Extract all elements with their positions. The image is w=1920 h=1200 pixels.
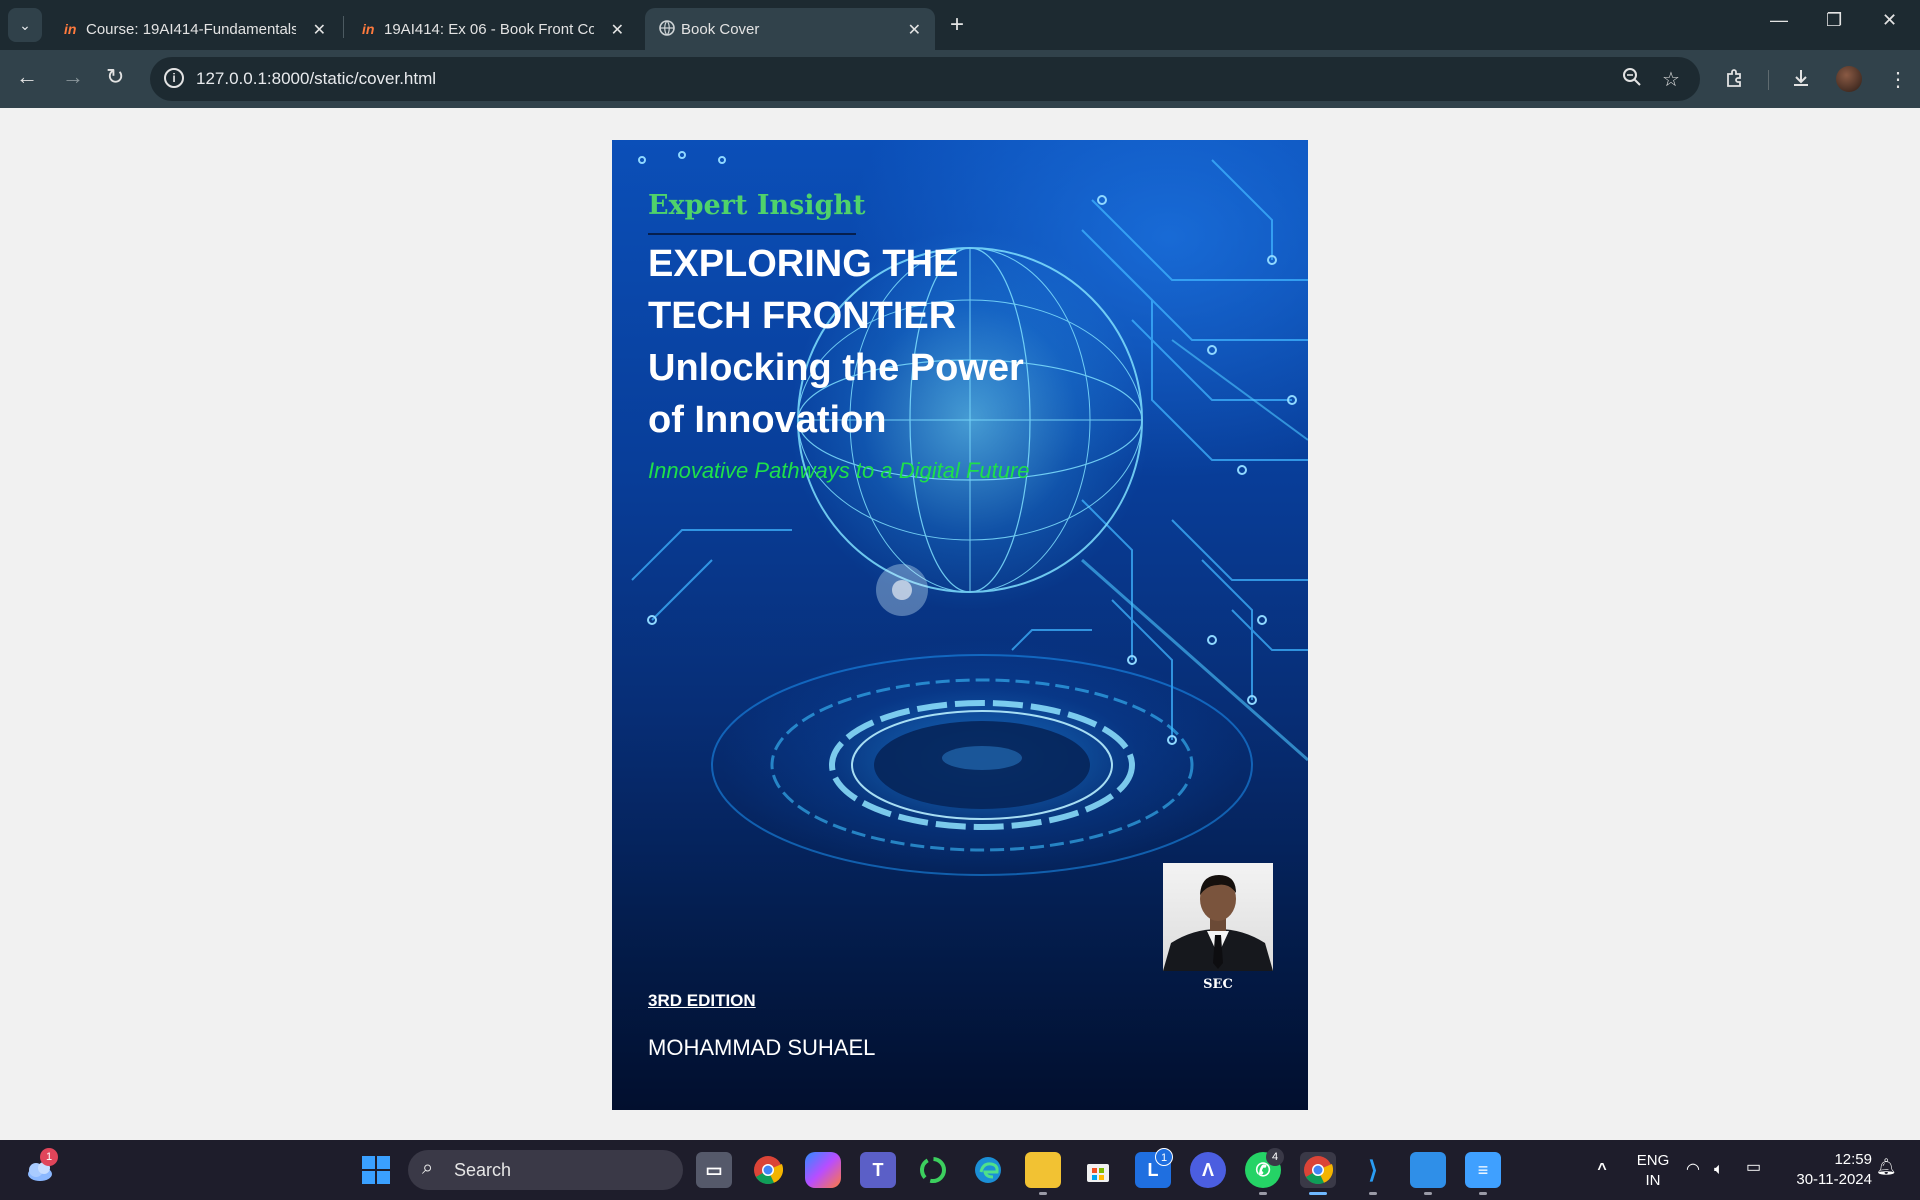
profile-avatar[interactable] <box>1836 66 1862 92</box>
photo-caption: SEC <box>1203 977 1233 992</box>
running-indicator <box>1259 1192 1267 1195</box>
author-name: MOHAMMAD SUHAEL <box>648 1035 876 1060</box>
running-indicator <box>1479 1192 1487 1195</box>
vscode-icon[interactable]: ⟩ <box>1355 1152 1391 1188</box>
photos-icon[interactable] <box>1410 1152 1446 1188</box>
arc-app-icon[interactable]: Λ <box>1190 1152 1226 1188</box>
browser-toolbar: ← → ↻ i 127.0.0.1:8000/static/cover.html… <box>0 50 1920 108</box>
language-indicator[interactable]: ENG IN <box>1628 1151 1678 1191</box>
extensions-icon[interactable] <box>1724 67 1746 95</box>
author-photo <box>1163 863 1273 971</box>
search-label: Search <box>454 1160 512 1180</box>
title-line: Unlocking the Power <box>648 347 1024 389</box>
windows-start-icon[interactable] <box>358 1152 394 1188</box>
title-line: EXPLORING THE <box>648 243 959 285</box>
notepad-icon[interactable]: ≡ <box>1465 1152 1501 1188</box>
widgets-badge: 1 <box>40 1148 58 1166</box>
edge-icon[interactable] <box>970 1152 1006 1188</box>
new-tab-button[interactable]: + <box>950 12 964 38</box>
tab-strip: ⌄ in Course: 19AI414-Fundamentals ✕ in 1… <box>0 0 1920 50</box>
chevron-down-icon: ⌄ <box>19 16 31 33</box>
running-indicator <box>1369 1192 1377 1195</box>
teams-icon[interactable]: T <box>860 1152 896 1188</box>
globe-icon <box>659 19 681 39</box>
clock-date: 30-11-2024 <box>1796 1171 1872 1188</box>
taskbar-search[interactable]: ⌕ Search <box>408 1150 683 1190</box>
clock-time: 12:59 <box>1834 1151 1872 1168</box>
book-title: EXPLORING THE TECH FRONTIER Unlocking th… <box>648 238 1208 446</box>
book-cover: Expert Insight EXPLORING THE TECH FRONTI… <box>612 140 1308 1110</box>
bookmark-star-icon[interactable]: ☆ <box>1662 67 1680 92</box>
menu-kebab-icon[interactable]: ⋮ <box>1888 67 1908 92</box>
site-info-icon[interactable]: i <box>164 68 184 88</box>
title-line: of Innovation <box>648 399 887 441</box>
task-view-icon[interactable]: ▭ <box>696 1152 732 1188</box>
series-label: Expert Insight <box>648 190 866 221</box>
innovation-favicon-icon: in <box>362 21 375 37</box>
restore-icon[interactable]: ❐ <box>1826 10 1842 31</box>
tab-title: Book Cover <box>681 20 760 38</box>
language-code: ENG <box>1636 1152 1670 1169</box>
downloads-icon[interactable] <box>1790 67 1812 95</box>
battery-icon[interactable]: ▭ <box>1746 1158 1761 1178</box>
back-arrow-icon[interactable]: ← <box>16 64 38 90</box>
tab-exercise[interactable]: in 19AI414: Ex 06 - Book Front Co ✕ <box>348 8 638 50</box>
linkedin-badge: 1 <box>1155 1148 1173 1166</box>
series-underline <box>648 233 856 235</box>
close-tab-icon[interactable]: ✕ <box>313 20 326 40</box>
title-line: TECH FRONTIER <box>648 295 957 337</box>
url-text: 127.0.0.1:8000/static/cover.html <box>196 69 437 88</box>
wifi-icon[interactable]: ◠ <box>1686 1160 1700 1180</box>
running-indicator <box>1039 1192 1047 1195</box>
copilot-icon[interactable] <box>805 1152 841 1188</box>
reload-icon[interactable]: ↻ <box>106 64 124 90</box>
edition-label: 3RD EDITION <box>648 991 756 1010</box>
minimize-icon[interactable]: — <box>1770 10 1788 31</box>
forward-arrow-icon[interactable]: → <box>62 64 84 90</box>
refresh-app-icon[interactable] <box>915 1152 951 1188</box>
zoom-icon[interactable] <box>1622 67 1642 93</box>
taskbar: 1 ⌕ Search ▭ T L 1 Λ ✆ 4 ⟩ ≡ ^ ENG IN ◠ … <box>0 1140 1920 1200</box>
search-icon: ⌕ <box>422 1157 434 1179</box>
tab-title: 19AI414: Ex 06 - Book Front Co <box>384 20 594 38</box>
close-window-icon[interactable]: ✕ <box>1882 10 1897 31</box>
volume-icon[interactable]: 🔈︎ <box>1714 1160 1724 1180</box>
innovation-favicon-icon: in <box>64 21 77 37</box>
tab-book-cover[interactable]: Book Cover ✕ <box>645 8 935 50</box>
chrome-icon[interactable] <box>750 1152 786 1188</box>
toolbar-divider <box>1768 70 1769 90</box>
whatsapp-badge: 4 <box>1266 1148 1284 1166</box>
ms-store-icon[interactable] <box>1080 1152 1116 1188</box>
clock[interactable]: 12:59 30-11-2024 <box>1782 1150 1872 1190</box>
tab-course[interactable]: in Course: 19AI414-Fundamentals ✕ <box>50 8 340 50</box>
region-code: IN <box>1645 1172 1661 1189</box>
address-bar[interactable]: i 127.0.0.1:8000/static/cover.html ☆ <box>150 57 1700 101</box>
book-tagline: Innovative Pathways to a Digital Future <box>648 458 1030 483</box>
tab-title: Course: 19AI414-Fundamentals <box>86 20 296 38</box>
close-tab-icon[interactable]: ✕ <box>908 20 921 40</box>
close-tab-icon[interactable]: ✕ <box>611 20 624 40</box>
file-explorer-icon[interactable] <box>1025 1152 1061 1188</box>
chrome-active-icon[interactable] <box>1300 1152 1336 1188</box>
tab-search-button[interactable]: ⌄ <box>8 8 42 42</box>
show-hidden-icons-icon[interactable]: ^ <box>1584 1152 1620 1188</box>
running-indicator <box>1424 1192 1432 1195</box>
notification-bell-icon[interactable]: 🔔︎ <box>1876 1158 1896 1178</box>
tab-separator <box>343 16 344 38</box>
active-indicator <box>1309 1192 1327 1195</box>
